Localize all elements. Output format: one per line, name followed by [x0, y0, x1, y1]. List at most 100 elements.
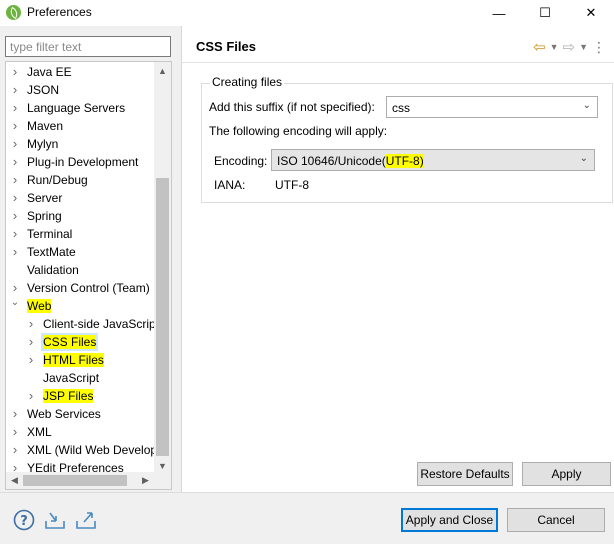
tree-item-label: XML	[27, 425, 52, 439]
spring-leaf-icon	[6, 5, 21, 20]
tree-item[interactable]: › JSON	[6, 81, 156, 99]
chevron-down-icon[interactable]: ⌄	[580, 153, 588, 164]
page-navigation: ⇦ ▼ ⇨ ▼ ⋮	[533, 38, 606, 57]
preferences-navigation: › Java EE › JSON › Language Servers › Maven › Myl…	[0, 26, 180, 492]
tree-item-label: JavaScript	[43, 371, 100, 385]
dialog-footer: ? Apply and Close Cancel	[0, 492, 614, 544]
chevron-right-icon[interactable]: ›	[10, 245, 20, 258]
chevron-right-icon[interactable]: ›	[10, 119, 20, 132]
encoding-label: Encoding:	[214, 154, 268, 168]
chevron-right-icon[interactable]: ›	[10, 209, 20, 222]
chevron-right-icon[interactable]: ›	[10, 443, 20, 456]
tree-item-label: JSP Files	[43, 389, 94, 403]
title-separator	[182, 62, 614, 63]
tree-item-label: Server	[27, 191, 63, 205]
group-title: Creating files	[210, 75, 285, 89]
tree-item[interactable]: › Client-side JavaScript	[6, 315, 160, 333]
tree-item-label: CSS Files	[43, 335, 97, 349]
chevron-right-icon[interactable]: ›	[10, 281, 20, 294]
tree-item[interactable]: JavaScript	[6, 369, 156, 387]
tree-item-label: Run/Debug	[27, 173, 88, 187]
chevron-right-icon[interactable]: ›	[10, 65, 20, 78]
chevron-right-icon[interactable]: ›	[26, 335, 36, 348]
chevron-right-icon[interactable]: ›	[10, 101, 20, 114]
import-icon[interactable]	[44, 509, 66, 531]
tree-item-label: Plug-in Development	[27, 155, 139, 169]
chevron-right-icon[interactable]: ›	[10, 227, 20, 240]
back-arrow-icon[interactable]: ⇦	[533, 38, 546, 56]
preference-page: CSS Files ⇦ ▼ ⇨ ▼ ⋮ Creating files Add t…	[181, 26, 614, 492]
tree-item[interactable]: ⌄ Web	[6, 297, 156, 315]
chevron-right-icon[interactable]: ›	[10, 407, 20, 420]
tree-horizontal-scrollbar[interactable]: ◀ ▶	[6, 472, 171, 489]
tree-item[interactable]: › Terminal	[6, 225, 156, 243]
chevron-right-icon[interactable]: ›	[10, 137, 20, 150]
chevron-right-icon[interactable]: ›	[10, 83, 20, 96]
window-title: Preferences	[27, 5, 92, 19]
tree-item[interactable]: › Plug-in Development	[6, 153, 156, 171]
chevron-right-icon[interactable]: ›	[26, 317, 36, 330]
svg-text:?: ?	[20, 514, 28, 529]
horizontal-scroll-thumb[interactable]	[23, 475, 127, 486]
tree-item[interactable]: › Mylyn	[6, 135, 156, 153]
encoding-note: The following encoding will apply:	[209, 124, 388, 138]
minimize-button[interactable]: —	[476, 0, 522, 26]
tree-item-label: Client-side JavaScript	[43, 317, 160, 331]
tree-item[interactable]: › Run/Debug	[6, 171, 156, 189]
export-icon[interactable]	[75, 509, 97, 531]
title-bar: Preferences — ☐ ✕	[0, 0, 614, 26]
chevron-down-icon[interactable]: ⌄	[583, 100, 591, 111]
tree-item-label: TextMate	[27, 245, 76, 259]
chevron-right-icon[interactable]: ›	[26, 389, 36, 402]
back-dropdown-icon[interactable]: ▼	[550, 42, 559, 52]
vertical-scroll-thumb[interactable]	[156, 178, 169, 456]
restore-defaults-button[interactable]: Restore Defaults	[417, 462, 513, 486]
tree-item[interactable]: › CSS Files	[6, 333, 156, 351]
view-menu-icon[interactable]: ⋮	[592, 39, 606, 56]
tree-vertical-scrollbar[interactable]: ▲ ▼	[154, 62, 171, 474]
tree-item[interactable]: › XML (Wild Web Developer)	[6, 441, 171, 459]
tree-item[interactable]: › Web Services	[6, 405, 156, 423]
tree-item[interactable]: › XML	[6, 423, 156, 441]
forward-dropdown-icon[interactable]: ▼	[579, 42, 588, 52]
filter-input[interactable]	[5, 36, 171, 57]
tree-item-label: Java EE	[27, 65, 72, 79]
tree-item[interactable]: › Server	[6, 189, 156, 207]
iana-value: UTF-8	[275, 178, 309, 192]
tree-item-label: XML (Wild Web Developer)	[27, 443, 172, 457]
cancel-button[interactable]: Cancel	[507, 508, 605, 532]
tree-item[interactable]: › Language Servers	[6, 99, 156, 117]
scroll-left-arrow-icon[interactable]: ◀	[6, 472, 23, 489]
tree-item[interactable]: › Spring	[6, 207, 156, 225]
tree-item-label: JSON	[27, 83, 60, 97]
chevron-right-icon[interactable]: ›	[10, 155, 20, 168]
tree-item[interactable]: › JSP Files	[6, 387, 156, 405]
suffix-combo[interactable]: css ⌄	[386, 96, 598, 118]
tree-item-label: HTML Files	[43, 353, 104, 367]
forward-arrow-icon[interactable]: ⇨	[563, 38, 576, 56]
chevron-right-icon[interactable]: ›	[26, 353, 36, 366]
suffix-label: Add this suffix (if not specified):	[209, 100, 375, 114]
apply-button[interactable]: Apply	[522, 462, 611, 486]
chevron-right-icon[interactable]: ›	[10, 425, 20, 438]
creating-files-group: Creating files Add this suffix (if not s…	[201, 75, 613, 203]
tree-item-label: Web Services	[27, 407, 101, 421]
encoding-combo[interactable]: ISO 10646/Unicode(UTF-8) ⌄	[271, 149, 595, 171]
tree-item-label: Mylyn	[27, 137, 59, 151]
tree-item[interactable]: › Version Control (Team)	[6, 279, 156, 297]
chevron-down-icon[interactable]: ⌄	[10, 297, 20, 309]
maximize-button[interactable]: ☐	[522, 0, 568, 26]
help-icon[interactable]: ?	[13, 509, 35, 531]
tree-item[interactable]: › TextMate	[6, 243, 156, 261]
tree-item[interactable]: Validation	[6, 261, 156, 279]
scroll-right-arrow-icon[interactable]: ▶	[137, 472, 154, 489]
preferences-tree[interactable]: › Java EE › JSON › Language Servers › Maven › Myl…	[5, 61, 172, 490]
tree-item[interactable]: › Java EE	[6, 63, 156, 81]
apply-and-close-button[interactable]: Apply and Close	[401, 508, 498, 532]
tree-item[interactable]: › Maven	[6, 117, 156, 135]
chevron-right-icon[interactable]: ›	[10, 191, 20, 204]
tree-item[interactable]: › HTML Files	[6, 351, 156, 369]
chevron-right-icon[interactable]: ›	[10, 173, 20, 186]
close-button[interactable]: ✕	[568, 0, 614, 26]
scroll-up-arrow-icon[interactable]: ▲	[154, 62, 171, 79]
